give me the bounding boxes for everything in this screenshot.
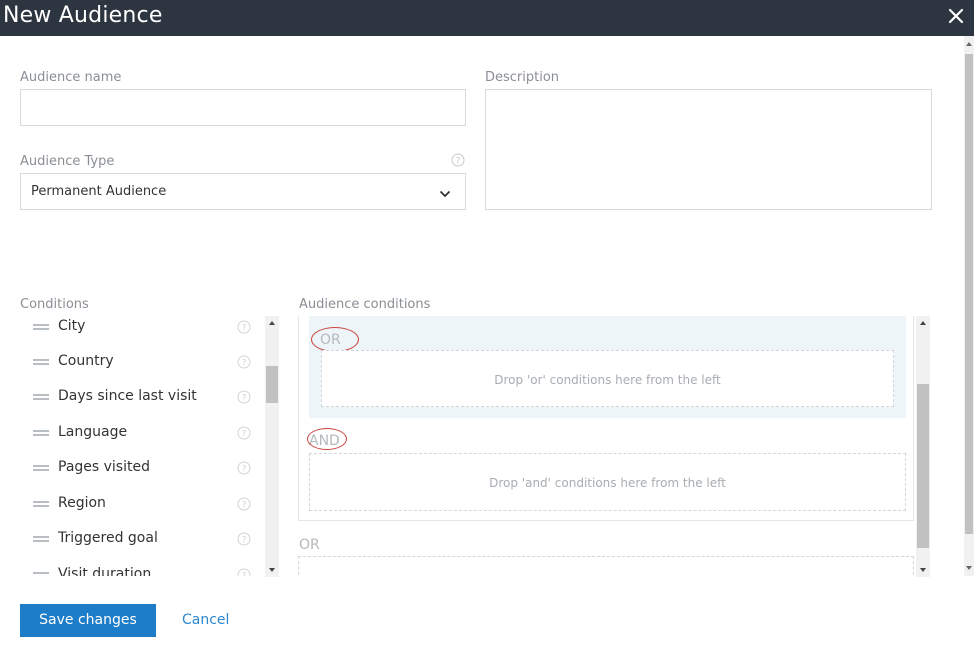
condition-item-region[interactable]: Region ?	[20, 494, 264, 530]
audience-conditions-label: Audience conditions	[299, 297, 431, 312]
scroll-down-arrow-icon[interactable]	[920, 568, 926, 572]
scroll-up-arrow-icon[interactable]	[269, 321, 275, 325]
help-icon[interactable]: ?	[237, 497, 251, 511]
drag-handle-icon[interactable]	[33, 501, 49, 507]
svg-text:?: ?	[456, 157, 461, 167]
conditions-label: Conditions	[20, 297, 89, 312]
or-drop-zone[interactable]: Drop 'or' conditions here from the left	[321, 350, 894, 407]
condition-item-triggered-goal[interactable]: Triggered goal ?	[20, 529, 264, 565]
cancel-button[interactable]: Cancel	[182, 612, 229, 628]
drag-handle-icon[interactable]	[33, 430, 49, 436]
help-icon[interactable]: ?	[237, 461, 251, 475]
or-drop-hint: Drop 'or' conditions here from the left	[494, 373, 721, 387]
help-icon[interactable]: ?	[237, 532, 251, 546]
svg-text:?: ?	[242, 394, 247, 404]
dialog-titlebar: New Audience	[0, 0, 974, 36]
next-or-drop-zone[interactable]	[298, 556, 914, 576]
svg-text:?: ?	[242, 501, 247, 511]
help-icon[interactable]: ?	[451, 153, 465, 167]
condition-label: Country	[58, 353, 114, 369]
condition-label: Triggered goal	[58, 530, 158, 546]
next-or-label: OR	[299, 537, 320, 553]
condition-item-visit-duration[interactable]: Visit duration ?	[20, 565, 264, 576]
highlight-circle	[311, 327, 359, 352]
svg-text:?: ?	[242, 572, 247, 577]
help-icon[interactable]: ?	[237, 320, 251, 334]
condition-item-pages-visited[interactable]: Pages visited ?	[20, 458, 264, 494]
conditions-scrollbar[interactable]	[265, 316, 279, 577]
drag-handle-icon[interactable]	[33, 536, 49, 542]
drag-handle-icon[interactable]	[33, 465, 49, 471]
close-icon[interactable]	[946, 6, 966, 26]
scrollbar-thumb[interactable]	[917, 384, 929, 548]
drag-handle-icon[interactable]	[33, 572, 49, 576]
audience-conditions-area: OR Drop 'or' conditions here from the le…	[298, 316, 916, 576]
audience-type-select[interactable]: Permanent Audience	[20, 173, 466, 210]
description-label: Description	[485, 70, 560, 85]
audience-name-input[interactable]	[20, 89, 466, 126]
dialog-scrollbar[interactable]	[964, 36, 974, 576]
condition-label: Language	[58, 424, 128, 440]
scroll-up-arrow-icon[interactable]	[966, 42, 972, 46]
condition-label: City	[58, 318, 86, 334]
drag-handle-icon[interactable]	[33, 394, 49, 400]
scrollbar-thumb[interactable]	[266, 366, 278, 403]
dialog-title: New Audience	[3, 3, 163, 28]
scroll-up-arrow-icon[interactable]	[920, 321, 926, 325]
audience-type-value: Permanent Audience	[31, 184, 167, 199]
condition-item-country[interactable]: Country ?	[20, 352, 264, 388]
condition-label: Region	[58, 495, 106, 511]
scroll-down-arrow-icon[interactable]	[269, 568, 275, 572]
help-icon[interactable]: ?	[237, 426, 251, 440]
and-drop-zone[interactable]: Drop 'and' conditions here from the left	[309, 453, 906, 511]
help-icon[interactable]: ?	[237, 390, 251, 404]
svg-text:?: ?	[242, 359, 247, 369]
audience-type-label: Audience Type	[20, 154, 115, 169]
help-icon[interactable]: ?	[237, 355, 251, 369]
svg-text:?: ?	[242, 465, 247, 475]
highlight-circle	[307, 428, 347, 450]
condition-label: Pages visited	[58, 459, 150, 475]
scrollbar-thumb[interactable]	[965, 54, 973, 534]
and-drop-hint: Drop 'and' conditions here from the left	[489, 476, 726, 490]
condition-item-language[interactable]: Language ?	[20, 423, 264, 459]
svg-text:?: ?	[242, 430, 247, 440]
description-textarea[interactable]	[485, 89, 932, 210]
condition-item-days-since-last-visit[interactable]: Days since last visit ?	[20, 387, 264, 423]
condition-item-city[interactable]: City ?	[20, 316, 264, 352]
help-icon[interactable]: ?	[237, 568, 251, 576]
scroll-down-arrow-icon[interactable]	[966, 566, 972, 570]
svg-text:?: ?	[242, 324, 247, 334]
or-panel: OR Drop 'or' conditions here from the le…	[309, 316, 906, 418]
svg-text:?: ?	[242, 536, 247, 546]
audience-conditions-scrollbar[interactable]	[916, 316, 930, 577]
condition-label: Visit duration	[58, 566, 152, 576]
condition-label: Days since last visit	[58, 388, 197, 404]
save-changes-button[interactable]: Save changes	[20, 604, 156, 637]
conditions-list: City ? Country ? Days since last visit ?…	[20, 316, 264, 576]
condition-group: OR Drop 'or' conditions here from the le…	[298, 316, 914, 521]
chevron-down-icon	[439, 186, 451, 198]
drag-handle-icon[interactable]	[33, 359, 49, 365]
drag-handle-icon[interactable]	[33, 324, 49, 330]
audience-name-label: Audience name	[20, 70, 122, 85]
